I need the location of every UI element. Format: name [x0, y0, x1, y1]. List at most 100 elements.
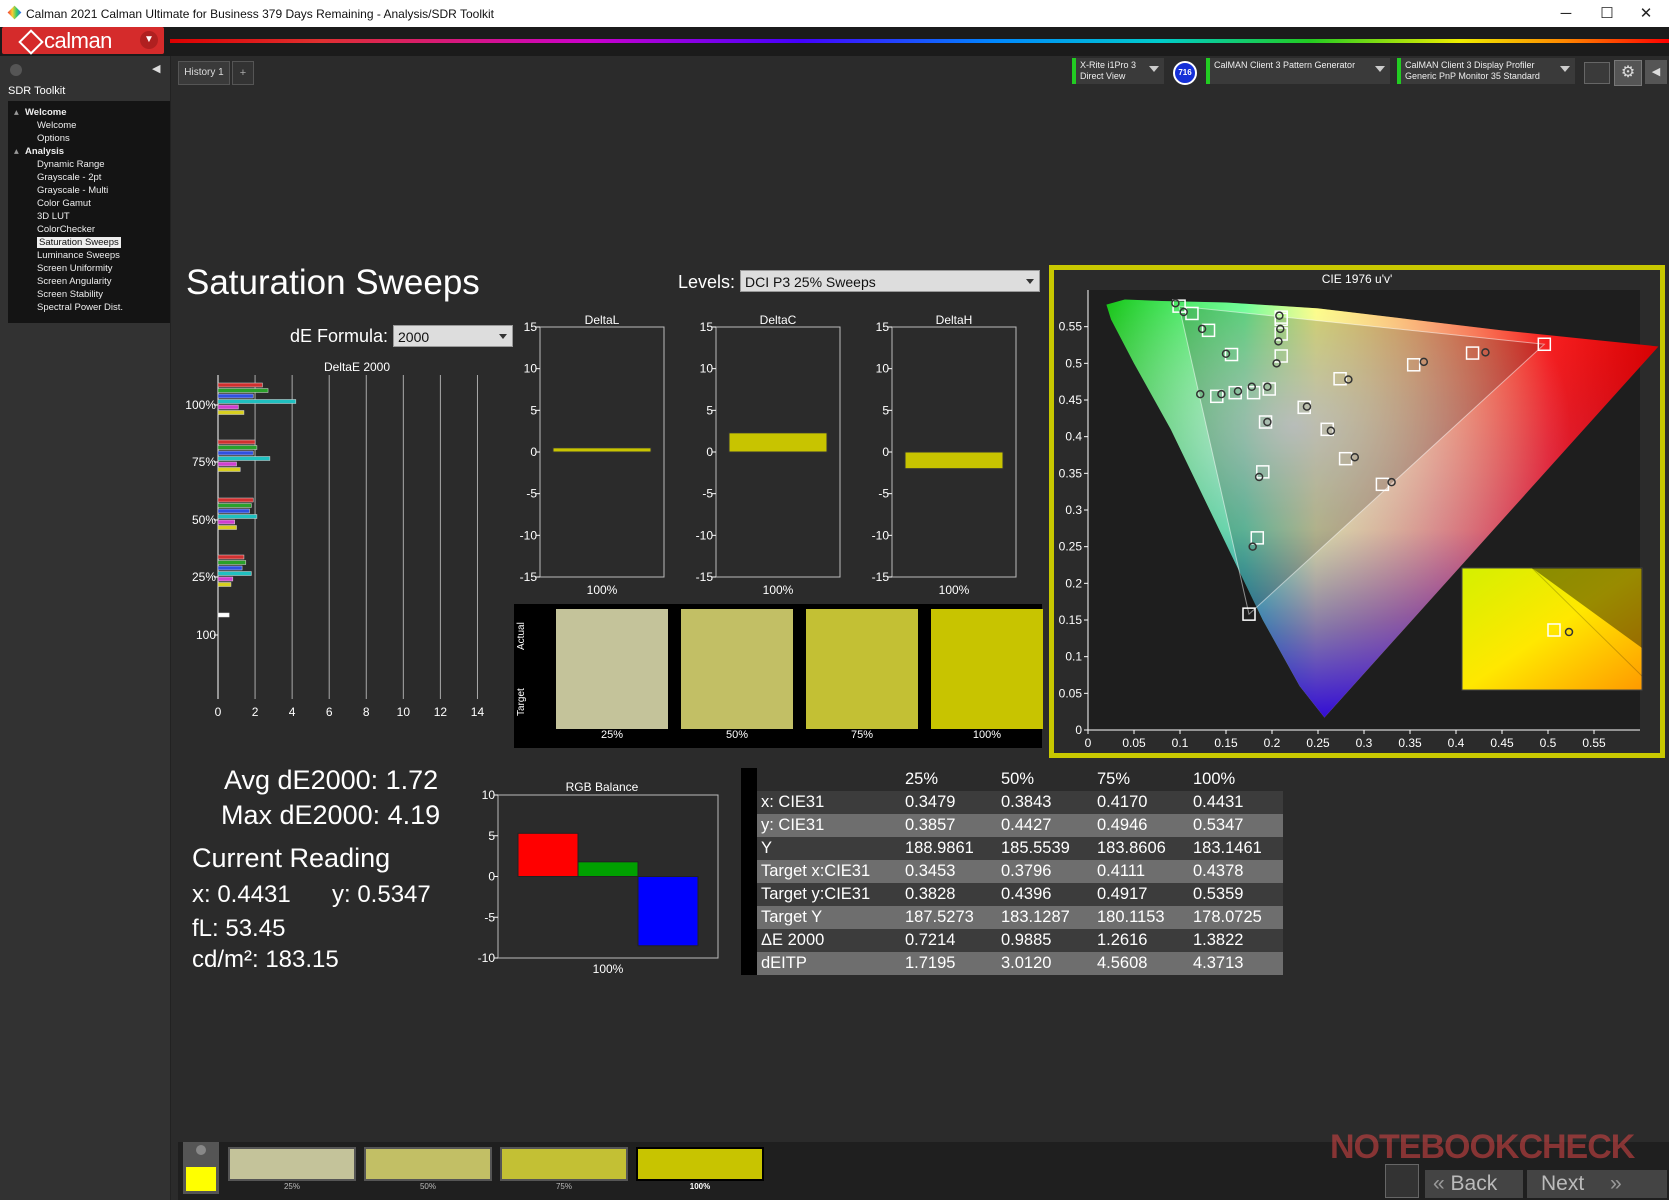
- deltae-bar: [217, 503, 252, 508]
- table-header-cell: [757, 768, 901, 791]
- chevron-down-icon: ▼: [140, 31, 158, 49]
- tree-expander-icon[interactable]: ▴: [14, 146, 19, 157]
- x-tick-label: 0.15: [1214, 736, 1238, 750]
- gear-icon[interactable]: ⚙: [1614, 60, 1642, 86]
- point-swatch[interactable]: [636, 1147, 764, 1181]
- deltae-chart: DeltaE 2000 0 2 4 6 8 10 12 14 100% 75% 50% 25% 100: [186, 360, 496, 719]
- sidebar-item-colorchecker[interactable]: ColorChecker: [37, 224, 95, 235]
- deltae-bar: [217, 388, 269, 393]
- sidebar-item-spectral-power-dist[interactable]: Spectral Power Dist.: [37, 302, 123, 313]
- next-label: Next: [1541, 1172, 1585, 1195]
- close-button[interactable]: ✕: [1623, 0, 1669, 27]
- sidebar-group-welcome[interactable]: Welcome: [25, 107, 67, 118]
- color-swatch: [806, 609, 918, 729]
- levels-dropdown[interactable]: DCI P3 25% Sweeps: [740, 270, 1040, 292]
- watermark-text: NOTEBOOKCHECK: [1330, 1128, 1635, 1166]
- sidebar-item-luminance-sweeps[interactable]: Luminance Sweeps: [37, 250, 120, 261]
- pin-icon[interactable]: [10, 64, 22, 76]
- sidebar-item-dynamic-range[interactable]: Dynamic Range: [37, 159, 105, 170]
- y-tick-label: -10: [872, 528, 890, 542]
- tab-history-1[interactable]: History 1: [178, 61, 230, 85]
- y-tick-label: 0.4: [1065, 430, 1082, 444]
- de-formula-dropdown[interactable]: 2000: [393, 325, 513, 347]
- display-selector[interactable]: CalMAN Client 3 Display Profiler Generic…: [1397, 58, 1575, 84]
- table-row: y: CIE31 0.3857 0.4427 0.4946 0.5347: [741, 814, 1283, 837]
- results-table: 25% 50% 75% 100% x: CIE31 0.3479 0.3843 0.4…: [741, 768, 1283, 975]
- sidebar-item-saturation-sweeps[interactable]: Saturation Sweeps: [37, 237, 121, 248]
- point-swatch[interactable]: [364, 1147, 492, 1181]
- table-row: ΔE 2000 0.7214 0.9885 1.2616 1.3822: [741, 929, 1283, 952]
- deltah-chart: DeltaH151050-5-10-15100%: [872, 315, 1017, 597]
- meter-selector[interactable]: X-Rite i1Pro 3 Direct View: [1072, 58, 1164, 84]
- logo-diamond-icon: [18, 29, 44, 55]
- sidebar-item-grayscale-multi[interactable]: Grayscale - Multi: [37, 185, 108, 196]
- meter-badge[interactable]: 716: [1173, 61, 1197, 85]
- rgb-bar-g: [577, 861, 639, 878]
- table-cell: 0.4170: [1093, 791, 1189, 814]
- y-tick-label: 0.55: [1059, 320, 1083, 334]
- point-swatch-label: 75%: [555, 1182, 572, 1191]
- add-tab-button[interactable]: +: [232, 61, 254, 85]
- table-row: Target Y 187.5273 183.1287 180.1153 178.0725: [741, 906, 1283, 929]
- table-cell: 185.5539: [997, 837, 1093, 860]
- table-row-marker: [741, 768, 757, 791]
- meter-mode: Direct View: [1080, 71, 1126, 81]
- table-header-cell: 50%: [997, 768, 1093, 791]
- display-name: CalMAN Client 3 Display Profiler: [1405, 60, 1535, 70]
- deltae-bar: [217, 445, 258, 450]
- cie-chart: CIE 1976 u'v' 0 0.05 0.1 0.15 0.2 0.25 0.3 0.35 0…: [1059, 272, 1659, 750]
- minimize-button[interactable]: ─: [1543, 0, 1589, 27]
- y-tick-label: 0.05: [1059, 686, 1083, 700]
- chart-title: DeltaH: [936, 315, 973, 327]
- deltae-bar: [217, 404, 239, 410]
- table-row-marker: [741, 952, 757, 975]
- table-cell: 1.2616: [1093, 929, 1189, 952]
- table-row: x: CIE31 0.3479 0.3843 0.4170 0.4431: [741, 791, 1283, 814]
- x-tick-label: 2: [252, 705, 259, 719]
- sidebar-item-screen-uniformity[interactable]: Screen Uniformity: [37, 263, 113, 274]
- stop-icon[interactable]: [1385, 1164, 1419, 1198]
- point-swatch[interactable]: [228, 1147, 356, 1181]
- back-button[interactable]: « Back: [1425, 1170, 1523, 1198]
- ddc-icon[interactable]: [1584, 62, 1610, 84]
- collapse-left-icon[interactable]: ◀: [152, 62, 166, 76]
- sidebar-item-color-gamut[interactable]: Color Gamut: [37, 198, 91, 209]
- point-swatch-label: 50%: [419, 1182, 436, 1191]
- table-cell: 183.8606: [1093, 837, 1189, 860]
- x-tick-label: 100%: [939, 583, 970, 597]
- sidebar-item-3d-lut[interactable]: 3D LUT: [37, 211, 70, 222]
- deltae-bar: [217, 450, 254, 456]
- sidebar-item-welcome[interactable]: Welcome: [37, 120, 76, 131]
- tree-expander-icon[interactable]: ▴: [14, 107, 19, 118]
- deltae-bar: [217, 497, 254, 503]
- collapse-right-icon[interactable]: ◀: [1645, 60, 1667, 84]
- indicator-dot-icon: [196, 1145, 206, 1155]
- x-tick-label: 0.05: [1122, 736, 1146, 750]
- table-row-label: dEITP: [757, 952, 901, 975]
- table-row-label: x: CIE31: [757, 791, 901, 814]
- deltae-bar: [217, 582, 232, 587]
- deltae-bar: [217, 399, 297, 404]
- x-tick-label: 0.5: [1540, 736, 1557, 750]
- table-cell: 0.3453: [901, 860, 997, 883]
- y-tick-label: 15: [524, 320, 538, 334]
- point-swatch[interactable]: [500, 1147, 628, 1181]
- sidebar-item-screen-angularity[interactable]: Screen Angularity: [37, 276, 111, 287]
- color-swatch: [556, 609, 668, 729]
- app-icon: [7, 5, 22, 20]
- x-tick-label: 100%: [593, 962, 624, 975]
- deltae-bar: [217, 612, 230, 618]
- sidebar-item-options[interactable]: Options: [37, 133, 70, 144]
- pattern-generator-selector[interactable]: CalMAN Client 3 Pattern Generator: [1206, 58, 1390, 84]
- y-tick-label: 10: [524, 362, 538, 376]
- next-button[interactable]: Next »: [1527, 1170, 1667, 1198]
- sidebar-item-grayscale-2pt[interactable]: Grayscale - 2pt: [37, 172, 101, 183]
- table-cell: 0.4946: [1093, 814, 1189, 837]
- table-cell: 0.4427: [997, 814, 1093, 837]
- sidebar-item-screen-stability[interactable]: Screen Stability: [37, 289, 103, 300]
- sidebar-group-analysis[interactable]: Analysis: [25, 146, 64, 157]
- calman-logo-button[interactable]: calman ▼: [2, 27, 164, 55]
- table-row-label: y: CIE31: [757, 814, 901, 837]
- deltae-bar: [217, 410, 245, 415]
- y-tick-label: 50%: [192, 513, 216, 527]
